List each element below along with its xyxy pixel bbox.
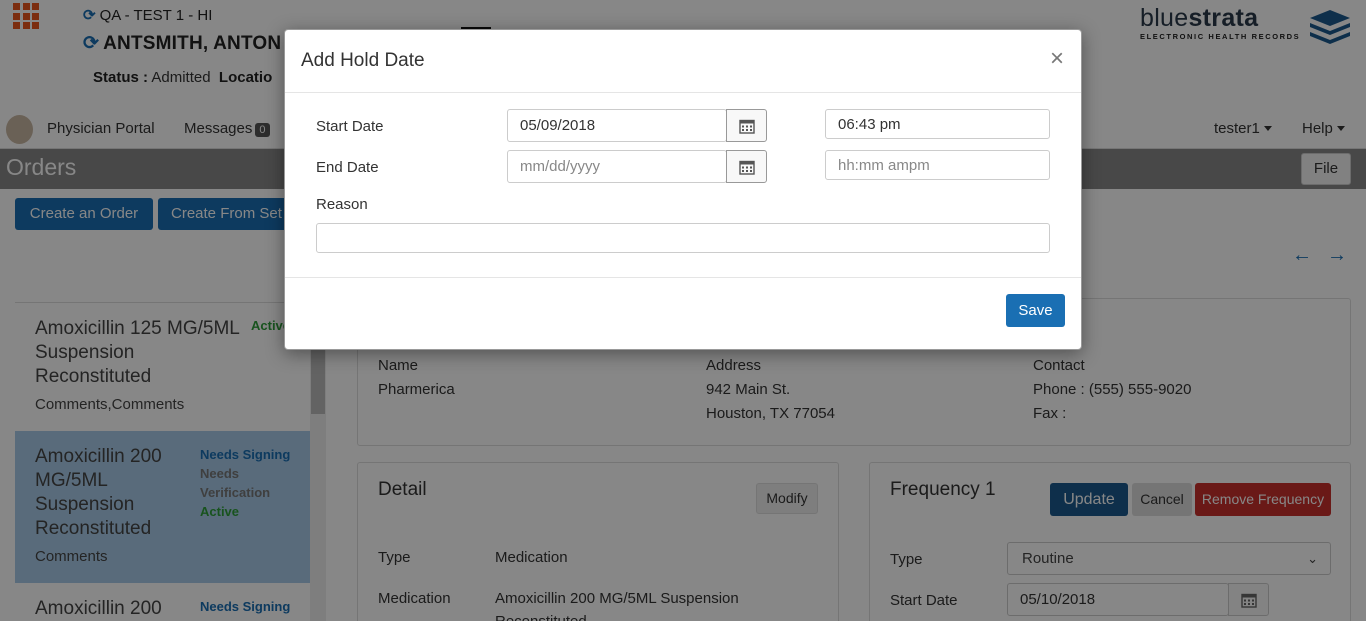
add-hold-date-modal: Add Hold Date × Start Date 05/09/2018 06… (284, 29, 1082, 350)
end-date-label: End Date (316, 159, 379, 176)
modal-header: Add Hold Date × (285, 30, 1081, 93)
modal-title: Add Hold Date (301, 50, 425, 71)
calendar-icon[interactable] (726, 109, 767, 142)
start-date-input[interactable]: 05/09/2018 (507, 109, 727, 142)
close-icon[interactable]: × (1050, 47, 1064, 71)
end-time-input[interactable]: hh:mm ampm (825, 150, 1050, 180)
modal-footer (285, 277, 1081, 350)
end-date-input[interactable]: mm/dd/yyyy (507, 150, 727, 183)
reason-label: Reason (316, 196, 368, 213)
start-time-input[interactable]: 06:43 pm (825, 109, 1050, 139)
reason-input[interactable] (316, 223, 1050, 253)
calendar-icon[interactable] (726, 150, 767, 183)
start-date-label: Start Date (316, 118, 384, 135)
save-button[interactable]: Save (1006, 294, 1065, 327)
